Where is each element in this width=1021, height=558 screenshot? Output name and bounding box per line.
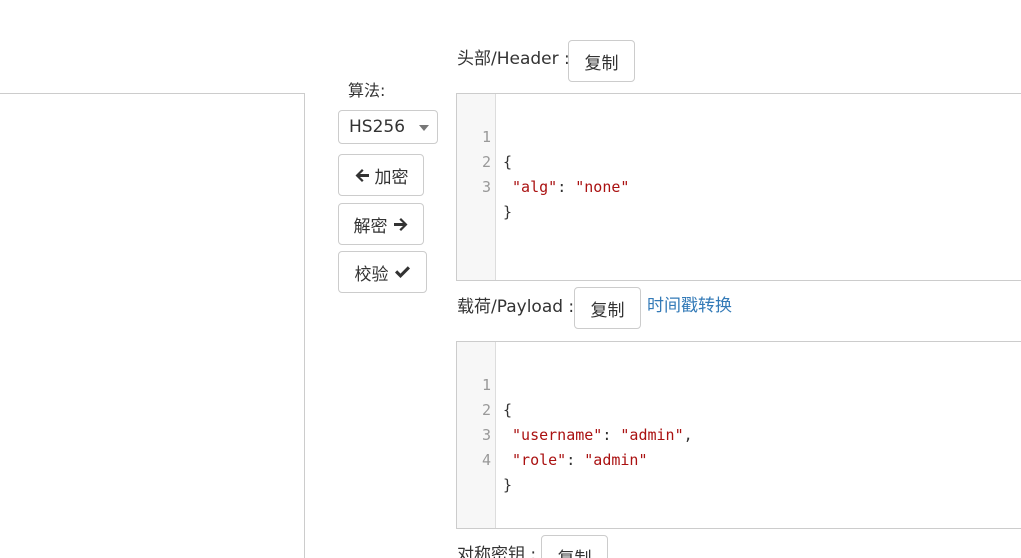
encrypt-label: 加密 [374,167,409,188]
code-line: 2 "username": "admin", [457,373,693,444]
decrypt-label: 解密 [353,216,388,237]
json-separator: : [602,426,621,444]
json-value: "none" [575,178,630,196]
arrow-right-icon [393,217,409,232]
code-line: 4 } [457,423,512,494]
json-value: "admin" [584,451,648,469]
code-line: 3 "role": "admin" [457,398,648,469]
timestamp-convert-link[interactable]: 时间戳转换 [647,295,732,317]
checkmark-icon [394,265,411,279]
encrypt-button[interactable]: 加密 [338,154,424,196]
secret-section-label: 对称密钥 : [457,545,537,558]
json-key: "username" [503,426,603,444]
arrow-left-icon [354,168,370,183]
verify-button[interactable]: 校验 [338,251,427,293]
decrypt-button[interactable]: 解密 [338,203,424,245]
json-comma: , [683,426,693,444]
json-key: "alg" [503,178,558,196]
header-json-editor[interactable]: 1 { 2 "alg": "none" 3 } [456,93,1021,281]
algorithm-selected-value: HS256 [349,117,406,137]
header-section-label: 头部/Header : [457,49,570,69]
line-number: 3 [481,178,491,196]
code-text: } [503,203,513,221]
jwt-tool-page: 算法: HS256 加密 解密 校验 头部/Header : 复制 1 { 2 [0,0,1021,558]
secret-copy-button[interactable]: 复制 [541,535,608,558]
code-text: "username": "admin", [503,423,693,448]
json-separator: : [566,451,585,469]
json-separator: : [557,178,576,196]
chevron-down-icon [419,125,429,131]
payload-json-editor[interactable]: 1 { 2 "username": "admin", 3 "role": "ad… [456,341,1021,529]
token-textarea[interactable] [0,93,305,558]
algorithm-label: 算法: [348,81,386,100]
code-line: 1 { [457,100,512,171]
line-number: 4 [481,451,491,469]
code-text: } [503,476,513,494]
code-line: 3 } [457,150,512,221]
payload-copy-button[interactable]: 复制 [574,287,641,329]
algorithm-select[interactable]: HS256 [338,110,438,144]
header-copy-button[interactable]: 复制 [568,40,635,82]
code-text: "alg": "none" [503,175,629,200]
code-line: 1 { [457,348,512,419]
payload-section-label: 载荷/Payload : [457,297,575,317]
json-value: "admin" [620,426,684,444]
json-key: "role" [503,451,567,469]
code-line: 2 "alg": "none" [457,125,629,196]
verify-label: 校验 [354,264,389,285]
code-text: "role": "admin" [503,448,648,473]
